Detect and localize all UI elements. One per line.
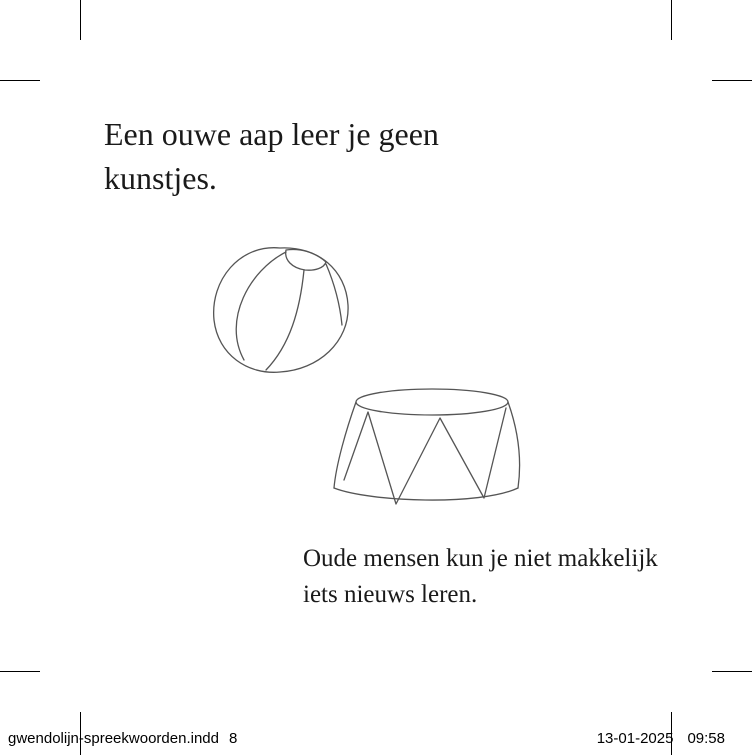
drum-right-side (507, 401, 521, 489)
ball-stripe-far (325, 263, 343, 326)
ball-drawing (213, 247, 349, 373)
crop-mark-left-lower (0, 671, 40, 672)
drum-bottom (333, 487, 519, 501)
drum-drawing (333, 388, 521, 505)
crop-mark-right-upper (712, 80, 752, 81)
slug-date: 13-01-2025 (596, 730, 674, 747)
drum-left-side (333, 401, 357, 489)
page-caption: Oude mensen kun je niet makkelijk iets n… (303, 545, 658, 608)
ball-stripe-left (235, 251, 287, 361)
crop-mark-top-right (671, 0, 672, 40)
slug-time: 09:58 (687, 730, 725, 747)
drum-zigzag (343, 407, 507, 505)
slug-page-number: 8 (228, 730, 238, 747)
ball-and-drum-illustration (213, 247, 521, 505)
ball-cap (285, 248, 327, 271)
crop-mark-left-upper (0, 80, 40, 81)
crop-mark-top-left (80, 0, 81, 40)
page-title: Een ouwe aap leer je geen kunstjes. (104, 116, 439, 196)
slug-left: gwendolijn-spreekwoorden.indd 8 (8, 729, 237, 749)
ball-stripe-right (265, 269, 305, 371)
crop-mark-right-lower (712, 671, 752, 672)
drum-top (355, 388, 509, 416)
slug-filename: gwendolijn-spreekwoorden.indd (8, 730, 219, 747)
ball-outline (213, 247, 349, 373)
slug-right: 13-01-2025 09:58 (597, 729, 725, 749)
